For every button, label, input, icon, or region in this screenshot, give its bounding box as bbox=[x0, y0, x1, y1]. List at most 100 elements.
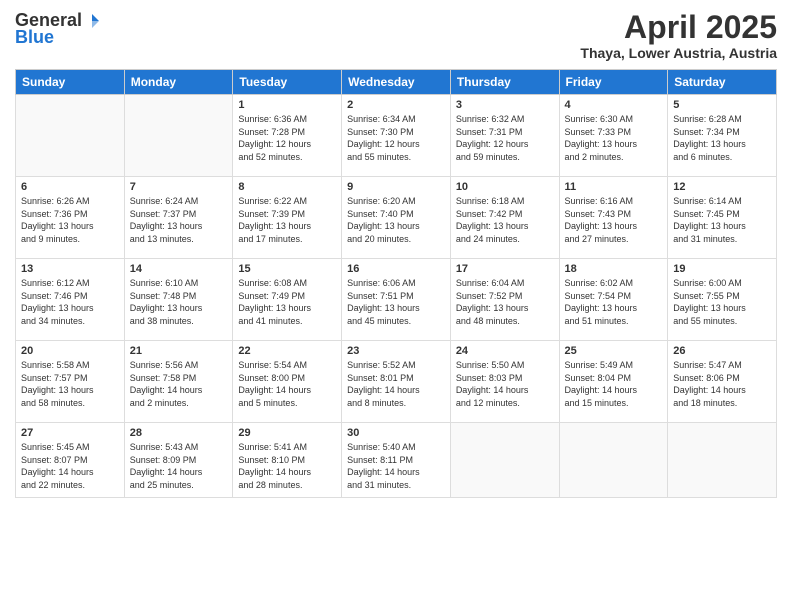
day-number: 7 bbox=[130, 181, 228, 193]
col-sunday: Sunday bbox=[16, 70, 125, 95]
day-number: 18 bbox=[565, 263, 663, 275]
col-friday: Friday bbox=[559, 70, 668, 95]
day-number: 6 bbox=[21, 181, 119, 193]
day-info: Sunrise: 5:41 AM Sunset: 8:10 PM Dayligh… bbox=[238, 441, 336, 491]
col-wednesday: Wednesday bbox=[342, 70, 451, 95]
day-info: Sunrise: 6:02 AM Sunset: 7:54 PM Dayligh… bbox=[565, 277, 663, 327]
table-row: 24Sunrise: 5:50 AM Sunset: 8:03 PM Dayli… bbox=[450, 341, 559, 423]
day-info: Sunrise: 5:50 AM Sunset: 8:03 PM Dayligh… bbox=[456, 359, 554, 409]
day-number: 2 bbox=[347, 99, 445, 111]
day-info: Sunrise: 5:49 AM Sunset: 8:04 PM Dayligh… bbox=[565, 359, 663, 409]
table-row: 30 Sunrise: 5:40 AM Sunset: 8:11 PM Dayli… bbox=[342, 423, 451, 498]
day-info: Sunrise: 6:36 AM Sunset: 7:28 PM Dayligh… bbox=[238, 113, 336, 163]
day-number: 28 bbox=[130, 427, 228, 439]
day-number: 19 bbox=[673, 263, 771, 275]
table-row: 12 Sunrise: 6:14 AM Sunset: 7:45 PM Dayli… bbox=[668, 177, 777, 259]
table-row: 16Sunrise: 6:06 AM Sunset: 7:51 PM Dayli… bbox=[342, 259, 451, 341]
day-info: Sunrise: 5:47 AM Sunset: 8:06 PM Dayligh… bbox=[673, 359, 771, 409]
day-number: 27 bbox=[21, 427, 119, 439]
day-number: 29 bbox=[238, 427, 336, 439]
table-row: 6 Sunrise: 6:26 AM Sunset: 7:36 PM Daylig… bbox=[16, 177, 125, 259]
day-info: Sunrise: 6:04 AM Sunset: 7:52 PM Dayligh… bbox=[456, 277, 554, 327]
logo: General Blue bbox=[15, 10, 102, 48]
day-number: 13 bbox=[21, 263, 119, 275]
day-number: 14 bbox=[130, 263, 228, 275]
day-info: Sunrise: 6:18 AM Sunset: 7:42 PM Dayligh… bbox=[456, 195, 554, 245]
title-block: April 2025 Thaya, Lower Austria, Austria bbox=[580, 10, 777, 61]
table-row: 29 Sunrise: 5:41 AM Sunset: 8:10 PM Dayli… bbox=[233, 423, 342, 498]
day-info: Sunrise: 6:10 AM Sunset: 7:48 PM Dayligh… bbox=[130, 277, 228, 327]
month-title: April 2025 bbox=[580, 10, 777, 45]
day-info: Sunrise: 6:20 AM Sunset: 7:40 PM Dayligh… bbox=[347, 195, 445, 245]
day-info: Sunrise: 6:34 AM Sunset: 7:30 PM Dayligh… bbox=[347, 113, 445, 163]
table-row: 2 Sunrise: 6:34 AM Sunset: 7:30 PM Daylig… bbox=[342, 95, 451, 177]
table-row: 20 Sunrise: 5:58 AM Sunset: 7:57 PM Dayli… bbox=[16, 341, 125, 423]
day-number: 10 bbox=[456, 181, 554, 193]
day-info: Sunrise: 5:56 AM Sunset: 7:58 PM Dayligh… bbox=[130, 359, 228, 409]
day-info: Sunrise: 6:08 AM Sunset: 7:49 PM Dayligh… bbox=[238, 277, 336, 327]
day-number: 11 bbox=[565, 181, 663, 193]
table-row: 1 Sunrise: 6:36 AM Sunset: 7:28 PM Daylig… bbox=[233, 95, 342, 177]
day-number: 17 bbox=[456, 263, 554, 275]
day-number: 12 bbox=[673, 181, 771, 193]
table-row: 4Sunrise: 6:30 AM Sunset: 7:33 PM Daylig… bbox=[559, 95, 668, 177]
day-number: 3 bbox=[456, 99, 554, 111]
table-row bbox=[668, 423, 777, 498]
table-row: 21Sunrise: 5:56 AM Sunset: 7:58 PM Dayli… bbox=[124, 341, 233, 423]
day-info: Sunrise: 5:58 AM Sunset: 7:57 PM Dayligh… bbox=[21, 359, 119, 409]
calendar-table: Sunday Monday Tuesday Wednesday Thursday… bbox=[15, 69, 777, 498]
day-number: 20 bbox=[21, 345, 119, 357]
table-row: 22Sunrise: 5:54 AM Sunset: 8:00 PM Dayli… bbox=[233, 341, 342, 423]
table-row: 13 Sunrise: 6:12 AM Sunset: 7:46 PM Dayli… bbox=[16, 259, 125, 341]
day-info: Sunrise: 6:24 AM Sunset: 7:37 PM Dayligh… bbox=[130, 195, 228, 245]
table-row bbox=[124, 95, 233, 177]
table-row: 19 Sunrise: 6:00 AM Sunset: 7:55 PM Dayli… bbox=[668, 259, 777, 341]
day-number: 22 bbox=[238, 345, 336, 357]
table-row: 26 Sunrise: 5:47 AM Sunset: 8:06 PM Dayli… bbox=[668, 341, 777, 423]
day-info: Sunrise: 6:30 AM Sunset: 7:33 PM Dayligh… bbox=[565, 113, 663, 163]
col-thursday: Thursday bbox=[450, 70, 559, 95]
day-info: Sunrise: 5:40 AM Sunset: 8:11 PM Dayligh… bbox=[347, 441, 445, 491]
day-number: 1 bbox=[238, 99, 336, 111]
table-row: 23Sunrise: 5:52 AM Sunset: 8:01 PM Dayli… bbox=[342, 341, 451, 423]
table-row: 18 Sunrise: 6:02 AM Sunset: 7:54 PM Dayli… bbox=[559, 259, 668, 341]
day-info: Sunrise: 6:26 AM Sunset: 7:36 PM Dayligh… bbox=[21, 195, 119, 245]
table-row: 28 Sunrise: 5:43 AM Sunset: 8:09 PM Dayli… bbox=[124, 423, 233, 498]
calendar-header-row: Sunday Monday Tuesday Wednesday Thursday… bbox=[16, 70, 777, 95]
day-info: Sunrise: 6:32 AM Sunset: 7:31 PM Dayligh… bbox=[456, 113, 554, 163]
table-row: 25 Sunrise: 5:49 AM Sunset: 8:04 PM Dayli… bbox=[559, 341, 668, 423]
table-row: 14 Sunrise: 6:10 AM Sunset: 7:48 PM Dayli… bbox=[124, 259, 233, 341]
day-info: Sunrise: 5:45 AM Sunset: 8:07 PM Dayligh… bbox=[21, 441, 119, 491]
table-row: 15 Sunrise: 6:08 AM Sunset: 7:49 PM Dayli… bbox=[233, 259, 342, 341]
table-row bbox=[450, 423, 559, 498]
day-info: Sunrise: 6:12 AM Sunset: 7:46 PM Dayligh… bbox=[21, 277, 119, 327]
col-saturday: Saturday bbox=[668, 70, 777, 95]
day-info: Sunrise: 6:14 AM Sunset: 7:45 PM Dayligh… bbox=[673, 195, 771, 245]
day-number: 23 bbox=[347, 345, 445, 357]
day-number: 16 bbox=[347, 263, 445, 275]
day-number: 30 bbox=[347, 427, 445, 439]
col-monday: Monday bbox=[124, 70, 233, 95]
day-number: 25 bbox=[565, 345, 663, 357]
table-row: 5Sunrise: 6:28 AM Sunset: 7:34 PM Daylig… bbox=[668, 95, 777, 177]
location-subtitle: Thaya, Lower Austria, Austria bbox=[580, 45, 777, 61]
day-info: Sunrise: 6:16 AM Sunset: 7:43 PM Dayligh… bbox=[565, 195, 663, 245]
day-info: Sunrise: 6:28 AM Sunset: 7:34 PM Dayligh… bbox=[673, 113, 771, 163]
col-tuesday: Tuesday bbox=[233, 70, 342, 95]
table-row bbox=[16, 95, 125, 177]
table-row: 7 Sunrise: 6:24 AM Sunset: 7:37 PM Daylig… bbox=[124, 177, 233, 259]
table-row: 27 Sunrise: 5:45 AM Sunset: 8:07 PM Dayli… bbox=[16, 423, 125, 498]
day-number: 8 bbox=[238, 181, 336, 193]
day-info: Sunrise: 6:00 AM Sunset: 7:55 PM Dayligh… bbox=[673, 277, 771, 327]
table-row bbox=[559, 423, 668, 498]
day-info: Sunrise: 5:43 AM Sunset: 8:09 PM Dayligh… bbox=[130, 441, 228, 491]
day-number: 15 bbox=[238, 263, 336, 275]
table-row: 8Sunrise: 6:22 AM Sunset: 7:39 PM Daylig… bbox=[233, 177, 342, 259]
header: General Blue April 2025 Thaya, Lower Aus… bbox=[15, 10, 777, 61]
table-row: 10 Sunrise: 6:18 AM Sunset: 7:42 PM Dayli… bbox=[450, 177, 559, 259]
day-number: 26 bbox=[673, 345, 771, 357]
table-row: 11 Sunrise: 6:16 AM Sunset: 7:43 PM Dayli… bbox=[559, 177, 668, 259]
table-row: 9 Sunrise: 6:20 AM Sunset: 7:40 PM Daylig… bbox=[342, 177, 451, 259]
day-number: 9 bbox=[347, 181, 445, 193]
table-row: 3 Sunrise: 6:32 AM Sunset: 7:31 PM Daylig… bbox=[450, 95, 559, 177]
